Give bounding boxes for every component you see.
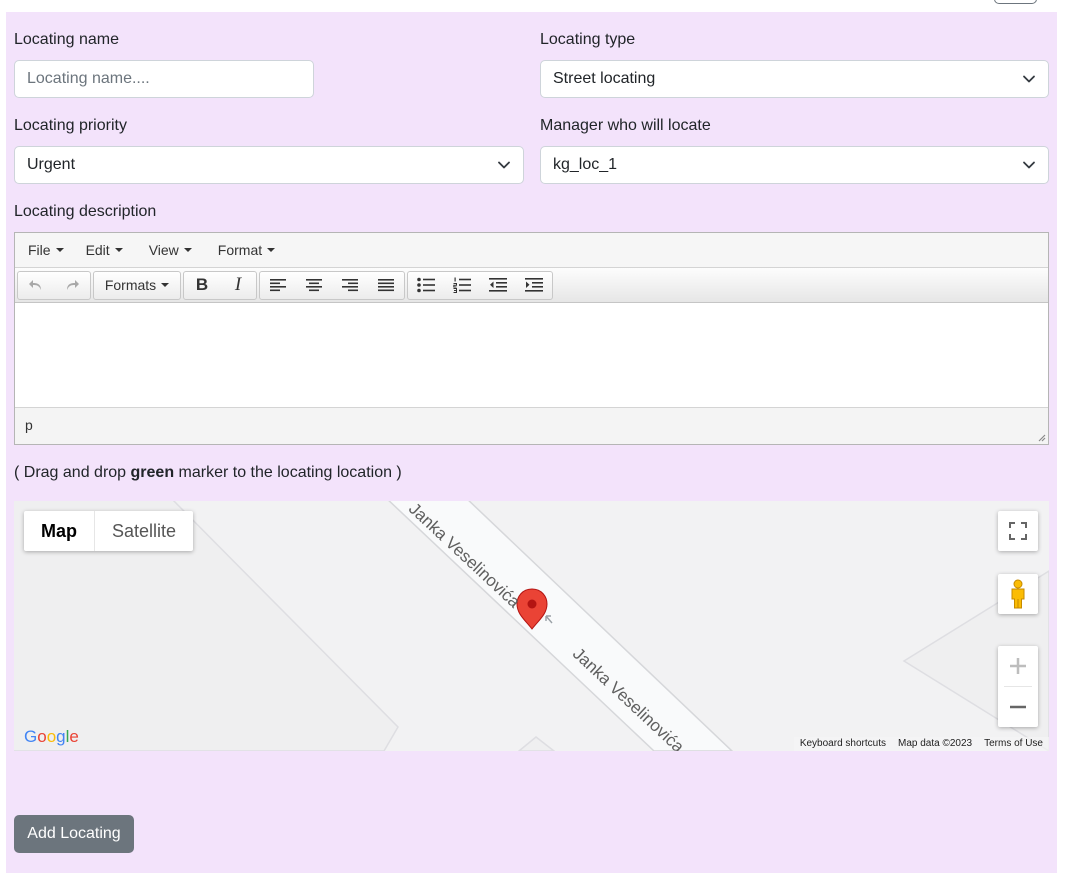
zoom-in-button[interactable] bbox=[998, 646, 1038, 686]
chevron-down-icon bbox=[498, 161, 510, 169]
indent-icon bbox=[525, 278, 543, 292]
list-group bbox=[407, 270, 553, 300]
fullscreen-icon bbox=[1009, 522, 1027, 540]
keyboard-shortcuts-link[interactable]: Keyboard shortcuts bbox=[794, 737, 892, 751]
resize-handle-icon[interactable] bbox=[1036, 432, 1046, 442]
locating-type-label: Locating type bbox=[540, 31, 636, 48]
map-type-control: Map Satellite bbox=[24, 511, 194, 551]
undo-button[interactable] bbox=[18, 272, 54, 299]
map-type-map-button[interactable]: Map bbox=[24, 511, 95, 551]
editor-content-area[interactable] bbox=[15, 303, 1048, 407]
outdent-icon bbox=[489, 278, 507, 292]
add-locating-form: Locating name Locating name.... Locating… bbox=[6, 12, 1057, 873]
bullet-list-icon bbox=[417, 277, 435, 293]
redo-button[interactable] bbox=[54, 272, 90, 299]
bold-icon: B bbox=[195, 275, 209, 294]
redo-icon bbox=[67, 280, 79, 290]
editor-menubar: File Edit View Format bbox=[15, 233, 1048, 268]
locating-priority-select[interactable]: Urgent bbox=[14, 146, 524, 184]
manager-value: kg_loc_1 bbox=[553, 156, 618, 173]
locating-priority-label: Locating priority bbox=[14, 117, 127, 134]
menu-format-label: Format bbox=[217, 242, 263, 258]
style-group: B I bbox=[183, 270, 257, 300]
align-justify-button[interactable] bbox=[368, 272, 404, 299]
locating-name-input[interactable]: Locating name.... bbox=[14, 60, 314, 98]
outdent-button[interactable] bbox=[480, 272, 516, 299]
menu-format[interactable]: Format bbox=[209, 242, 284, 258]
chevron-down-icon bbox=[1023, 161, 1035, 169]
map-data-text: Map data ©2023 bbox=[898, 738, 973, 749]
undo-icon bbox=[29, 280, 41, 290]
locating-priority-value: Urgent bbox=[27, 156, 76, 173]
caret-down-icon bbox=[267, 248, 276, 252]
caret-down-icon bbox=[161, 283, 170, 287]
element-path[interactable]: p bbox=[25, 417, 33, 433]
street-view-button[interactable] bbox=[998, 574, 1038, 614]
align-center-button[interactable] bbox=[296, 272, 332, 299]
locating-name-placeholder: Locating name.... bbox=[27, 70, 150, 87]
location-map[interactable]: Janka Veselinovića Janka Veselinovića Ma… bbox=[14, 501, 1049, 751]
italic-icon: I bbox=[234, 274, 242, 295]
align-right-button[interactable] bbox=[332, 272, 368, 299]
formats-dropdown[interactable]: Formats bbox=[94, 272, 180, 299]
menu-edit-label: Edit bbox=[85, 242, 110, 258]
locating-type-value: Street locating bbox=[553, 70, 656, 87]
formats-label: Formats bbox=[104, 277, 157, 293]
instruction-text-end: marker to the locating location ) bbox=[174, 464, 402, 481]
map-attribution: Keyboard shortcuts Map data ©2023 Terms … bbox=[793, 737, 1049, 751]
description-editor: File Edit View Format Formats B I p bbox=[14, 232, 1049, 445]
chevron-down-icon bbox=[1023, 75, 1035, 83]
caret-down-icon bbox=[55, 248, 64, 252]
align-left-button[interactable] bbox=[260, 272, 296, 299]
editor-statusbar: p bbox=[15, 407, 1048, 444]
caret-down-icon bbox=[114, 248, 123, 252]
pegman-icon bbox=[1011, 579, 1025, 609]
align-group bbox=[259, 270, 405, 300]
google-logo[interactable]: Google bbox=[24, 727, 79, 747]
menu-view-label: View bbox=[148, 242, 179, 258]
map-instruction: ( Drag and drop green marker to the loca… bbox=[14, 464, 402, 482]
bold-button[interactable]: B bbox=[184, 272, 220, 299]
instruction-text-start: ( Drag and drop bbox=[14, 464, 131, 481]
align-left-icon bbox=[270, 279, 286, 292]
locating-type-select[interactable]: Street locating bbox=[540, 60, 1049, 98]
italic-button[interactable]: I bbox=[220, 272, 256, 299]
numbered-list-icon bbox=[453, 277, 471, 293]
caret-down-icon bbox=[183, 248, 192, 252]
zoom-out-button[interactable] bbox=[998, 687, 1038, 727]
google-logo-letter: o bbox=[37, 727, 47, 746]
locating-description-label: Locating description bbox=[14, 203, 157, 220]
locating-name-label: Locating name bbox=[14, 31, 119, 48]
zoom-out-icon bbox=[1010, 705, 1026, 709]
numbered-list-button[interactable] bbox=[444, 272, 480, 299]
indent-button[interactable] bbox=[516, 272, 552, 299]
history-group bbox=[17, 270, 91, 300]
map-type-satellite-button[interactable]: Satellite bbox=[95, 511, 193, 551]
editor-toolbar: Formats B I bbox=[15, 268, 1048, 303]
formats-group: Formats bbox=[93, 270, 181, 300]
menu-view[interactable]: View bbox=[140, 242, 201, 258]
align-justify-icon bbox=[378, 279, 394, 292]
top-edge-button[interactable] bbox=[994, 0, 1037, 4]
google-logo-letter: o bbox=[46, 727, 57, 746]
zoom-control bbox=[998, 646, 1038, 727]
align-right-icon bbox=[342, 279, 358, 292]
bullet-list-button[interactable] bbox=[408, 272, 444, 299]
google-logo-letter: g bbox=[56, 727, 66, 746]
manager-label: Manager who will locate bbox=[540, 117, 711, 134]
menu-edit[interactable]: Edit bbox=[77, 242, 132, 258]
add-locating-button[interactable]: Add Locating bbox=[14, 815, 134, 853]
align-center-icon bbox=[306, 279, 322, 292]
google-logo-letter: e bbox=[69, 727, 79, 746]
zoom-in-icon bbox=[1010, 658, 1026, 674]
manager-select[interactable]: kg_loc_1 bbox=[540, 146, 1049, 184]
menu-file-label: File bbox=[28, 242, 51, 258]
instruction-emphasis: green bbox=[130, 464, 175, 481]
menu-file[interactable]: File bbox=[19, 242, 73, 258]
fullscreen-button[interactable] bbox=[998, 511, 1038, 551]
terms-of-use-link[interactable]: Terms of Use bbox=[978, 737, 1049, 751]
google-logo-letter: G bbox=[24, 727, 38, 746]
